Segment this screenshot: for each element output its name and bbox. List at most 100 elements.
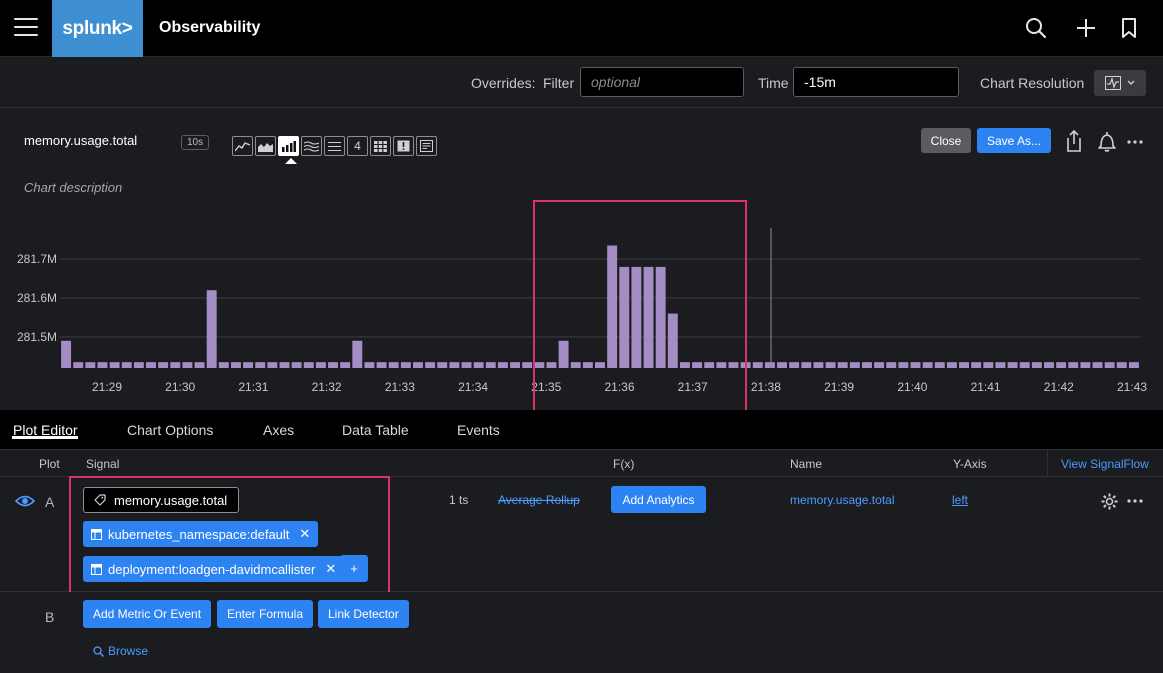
splunk-logo[interactable]: splunk> [52,0,143,57]
eye-icon[interactable] [15,494,35,508]
single-value-icon[interactable]: 4 [347,136,368,156]
chart-bar[interactable] [764,362,775,368]
chart-bar[interactable] [255,362,266,368]
chart-bar[interactable] [825,362,836,368]
chart-bar[interactable] [194,362,205,368]
rollup-link[interactable]: Average Rollup [498,493,580,507]
chart-bar[interactable] [983,362,994,368]
chart-bar[interactable] [376,362,387,368]
chart-bar[interactable] [1104,362,1115,368]
chart-bar[interactable] [158,362,169,368]
chart-bar[interactable] [303,362,314,368]
chart-bar[interactable] [801,362,812,368]
chart-bar[interactable] [959,362,970,368]
share-icon[interactable] [1063,128,1085,154]
chart-bar[interactable] [1056,362,1067,368]
bell-icon[interactable] [1096,128,1118,154]
text-icon[interactable] [416,136,437,156]
chart-bar[interactable] [425,362,436,368]
tab-data-table[interactable]: Data Table [342,422,409,438]
chart-bar[interactable] [1044,362,1054,368]
list-icon[interactable] [324,136,345,156]
chart-bar[interactable] [85,362,96,368]
chart-bar[interactable] [218,362,229,368]
chart-bar[interactable] [1007,362,1018,368]
chart-bar[interactable] [837,362,848,368]
chart-bar[interactable] [1116,362,1127,368]
view-signalflow-link[interactable]: View SignalFlow [1047,450,1163,477]
chart-bar[interactable] [328,362,339,368]
chart-bar[interactable] [206,290,217,368]
chart-bar[interactable] [497,362,508,368]
chart-bar[interactable] [267,362,278,368]
chart-bar[interactable] [861,362,872,368]
chart-bar[interactable] [449,362,460,368]
column-chart-icon[interactable] [278,136,299,156]
search-icon[interactable] [1024,16,1048,40]
close-button[interactable]: Close [921,128,971,153]
chart-bar[interactable] [692,362,703,368]
chart-bar[interactable] [73,362,84,368]
tab-axes[interactable]: Axes [263,422,294,438]
chart-bar[interactable] [595,362,605,368]
chart-bar[interactable] [133,362,144,368]
chart-bar[interactable] [97,362,108,368]
plot-name-link[interactable]: memory.usage.total [790,493,895,507]
chart-bar[interactable] [340,362,351,368]
chart-bar[interactable] [534,362,545,368]
chart-bar[interactable] [886,362,897,368]
more-options-icon[interactable] [1125,128,1145,154]
metric-chip[interactable]: memory.usage.total [83,487,240,513]
chart-bar[interactable] [898,362,909,368]
tab-chart-options[interactable]: Chart Options [127,422,213,438]
filter-chip-namespace[interactable]: kubernetes_namespace:default ✕ [83,521,319,547]
tab-events[interactable]: Events [457,422,500,438]
chart-bar[interactable] [582,362,593,368]
chart-bar[interactable] [813,362,824,368]
chart-bar[interactable] [740,362,751,368]
chart-bar[interactable] [352,340,363,368]
chart-bar[interactable] [971,362,982,368]
save-as-button[interactable]: Save As... [977,128,1051,153]
filter-chip-deployment[interactable]: deployment:loadgen-davidmcallister ✕ [83,556,345,582]
bookmark-icon[interactable] [1117,16,1141,40]
remove-filter-icon[interactable]: ✕ [299,526,310,542]
chart-bar[interactable] [631,266,642,368]
chart-bar[interactable] [752,362,763,368]
chart-bar[interactable] [667,313,678,368]
chart-bar[interactable] [279,362,290,368]
chart-resolution-dropdown[interactable] [1094,70,1146,96]
gear-icon[interactable] [1101,493,1118,510]
chart-bar[interactable] [1092,362,1103,368]
plus-icon[interactable] [1074,16,1098,40]
chart-bar[interactable] [1031,362,1042,368]
event-feed-icon[interactable] [393,136,414,156]
chart-bar[interactable] [874,362,885,368]
chart-bar[interactable] [607,245,618,369]
chart-bar[interactable] [315,362,326,368]
chart-bar[interactable] [934,362,945,368]
chart-description[interactable]: Chart description [24,180,122,195]
area-chart-icon[interactable] [255,136,276,156]
chart-bar[interactable] [437,362,448,368]
chart-title[interactable]: memory.usage.total [24,133,137,148]
chart-bar[interactable] [461,362,472,368]
chart-bar[interactable] [777,362,787,368]
chart-bar[interactable] [473,362,484,368]
filter-input[interactable] [580,67,744,97]
chart-bar[interactable] [679,362,690,368]
chart-bar[interactable] [61,340,72,368]
chart-bar[interactable] [522,362,533,368]
chart-bar[interactable] [182,362,193,368]
chart-bar[interactable] [364,362,375,368]
chart-bar[interactable] [716,362,727,368]
add-metric-button[interactable]: Add Metric Or Event [83,600,212,628]
chart-bar[interactable] [849,362,860,368]
chart-bar[interactable] [230,362,241,368]
chart-bar[interactable] [946,362,957,368]
chart-bar[interactable] [1128,362,1139,368]
chart-bar[interactable] [922,362,933,368]
chart-bar[interactable] [570,362,581,368]
chart-bar[interactable] [910,362,921,368]
chart-bar[interactable] [558,340,569,368]
